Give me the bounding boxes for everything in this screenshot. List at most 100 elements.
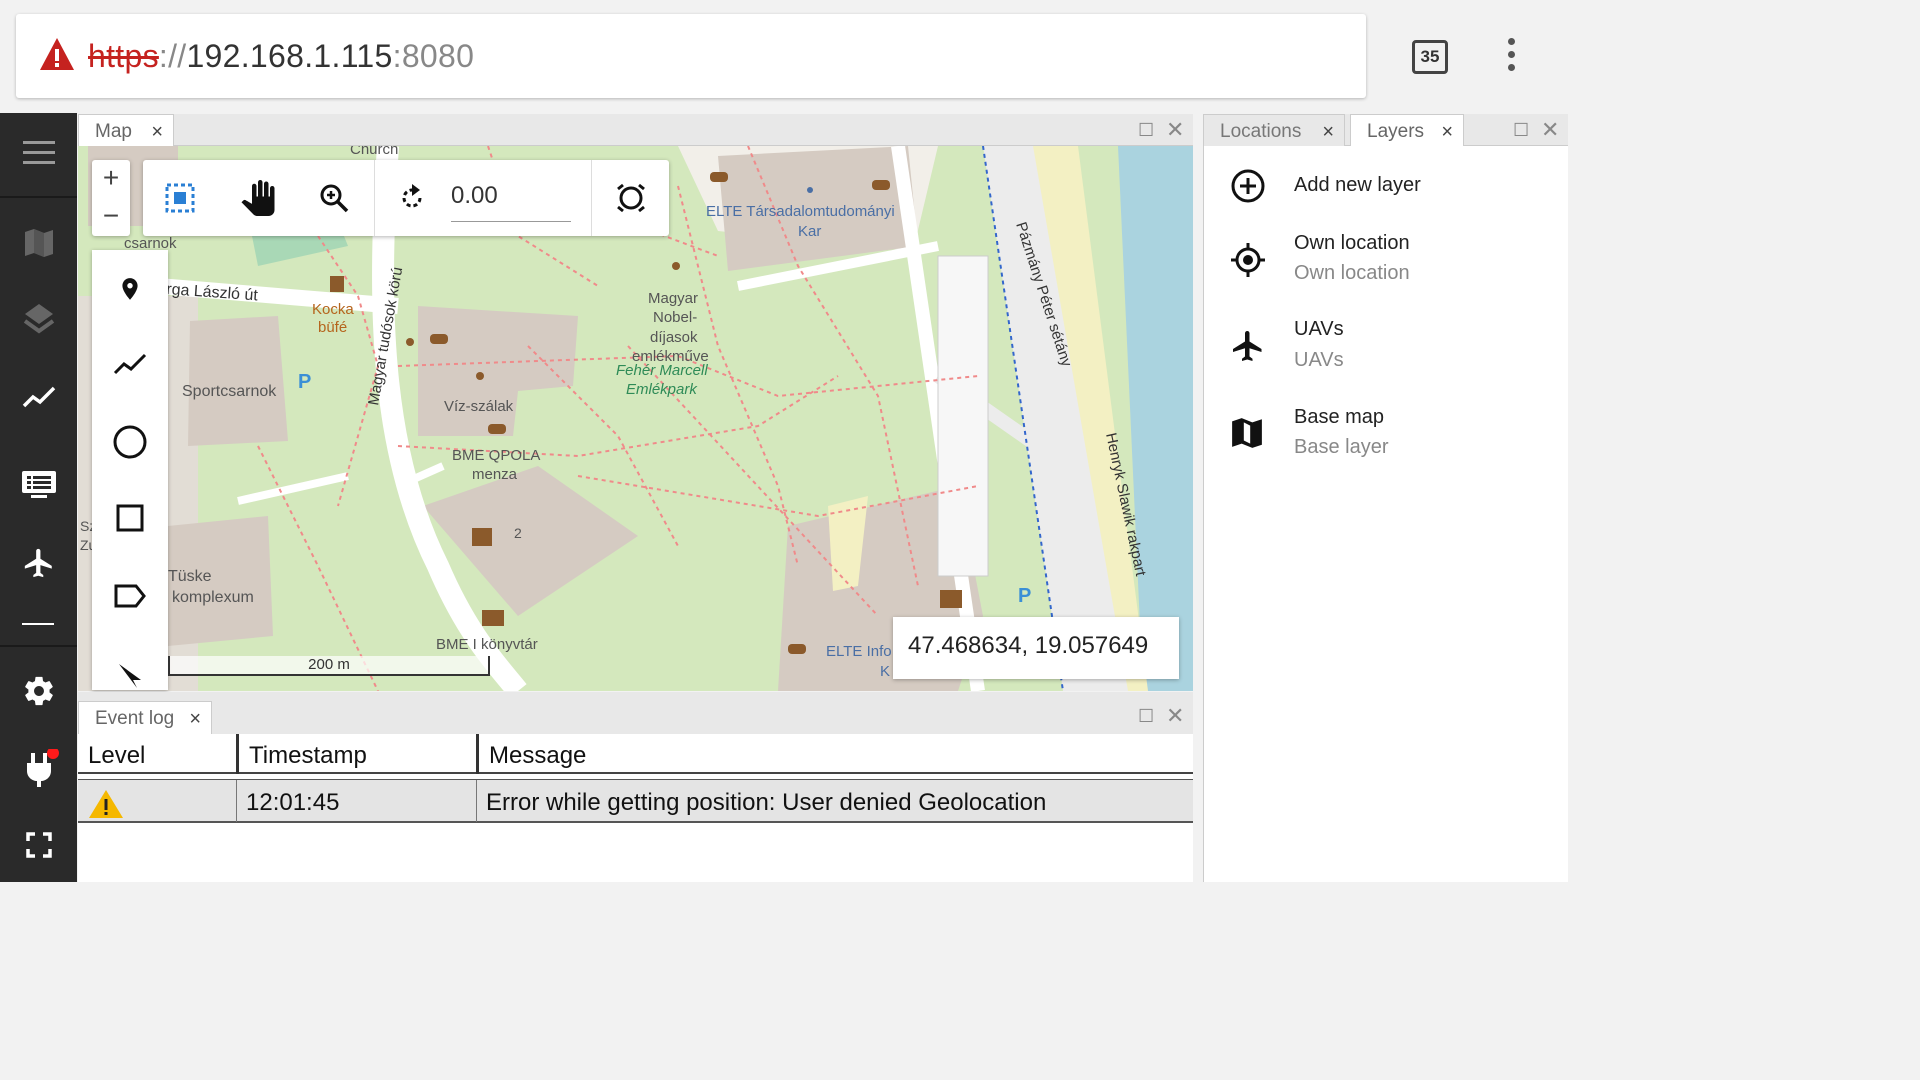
list-item-own-location[interactable]: Own location Own location [1204, 230, 1569, 300]
label-parking: P [298, 371, 311, 393]
panel-close-icon[interactable]: ✕ [1166, 117, 1184, 143]
fullscreen-icon[interactable] [0, 825, 77, 865]
rotation-input[interactable]: 0.00 [451, 174, 571, 222]
airplane-icon[interactable] [0, 543, 77, 583]
tab-event-log[interactable]: Event log × [78, 701, 212, 734]
url-text[interactable]: https://192.168.1.115:8080 [88, 38, 474, 75]
panel-close-icon[interactable]: ✕ [1166, 703, 1184, 729]
label-nobel-3: díjasok [650, 329, 698, 346]
label-two: 2 [514, 525, 522, 541]
maximize-icon[interactable]: ☐ [1513, 120, 1529, 141]
circle-icon[interactable] [92, 424, 168, 460]
zoom-in-button[interactable]: + [92, 160, 130, 196]
monument-icon [672, 262, 680, 270]
label-menza: menza [472, 466, 518, 483]
column-header-level[interactable]: Level [78, 734, 236, 774]
list-item-base-map[interactable]: Base map Base layer [1204, 404, 1569, 474]
maximize-icon[interactable]: ☐ [1138, 706, 1154, 727]
layer-title: Own location [1294, 232, 1410, 254]
sidebar [0, 113, 77, 882]
zoom-icon[interactable] [309, 160, 359, 236]
layers-panel-header: Locations × Layers × ☐ ✕ [1203, 114, 1568, 146]
layer-subtitle: Own location [1294, 262, 1410, 284]
layers-icon[interactable] [0, 299, 77, 339]
marker-icon[interactable] [92, 272, 168, 306]
timestamp-cell: 12:01:45 [246, 789, 340, 816]
restaurant-icon [872, 180, 890, 190]
tab-layers[interactable]: Layers × [1350, 114, 1464, 146]
layers-list: Add new layer Own location Own location … [1203, 146, 1568, 882]
warning-icon [89, 790, 123, 818]
label-tuske: Tüske [168, 568, 212, 585]
hamburger-menu-icon[interactable] [0, 133, 77, 173]
close-icon[interactable]: × [151, 121, 163, 144]
rectangle-icon[interactable] [92, 504, 168, 532]
column-header-message[interactable]: Message [479, 734, 1179, 774]
layer-subtitle: Base layer [1294, 436, 1389, 458]
airplane-icon [1233, 331, 1262, 361]
reset-rotation-icon[interactable] [606, 160, 656, 236]
label-icon[interactable] [92, 584, 168, 608]
rotate-icon[interactable] [387, 160, 437, 236]
close-icon[interactable]: × [189, 708, 201, 731]
pointer-icon[interactable] [92, 660, 168, 690]
close-icon[interactable]: × [1322, 121, 1334, 144]
layer-title: UAVs [1294, 318, 1344, 340]
panel-close-icon[interactable]: ✕ [1541, 117, 1559, 143]
column-header-timestamp[interactable]: Timestamp [239, 734, 476, 774]
label-bme-konyvtar: BME I könyvtár [436, 636, 538, 653]
restaurant-icon [710, 172, 728, 182]
museum-icon [940, 590, 962, 608]
label-ka: K [880, 663, 890, 680]
label-parking-2: P [1018, 585, 1031, 607]
add-circle-icon [1231, 169, 1265, 203]
monument-icon [406, 338, 414, 346]
restaurant-icon [488, 424, 506, 434]
tab-locations[interactable]: Locations × [1203, 114, 1345, 146]
list-item-uavs[interactable]: UAVs UAVs [1204, 316, 1569, 386]
maximize-icon[interactable]: ☐ [1138, 120, 1154, 141]
warning-triangle-icon [40, 38, 74, 70]
zoom-control: + − [92, 160, 130, 236]
label-kocka: Kocka [312, 301, 354, 318]
theatre-icon [472, 528, 492, 546]
message-cell: Error while getting position: User denie… [486, 789, 1047, 816]
kebab-menu-icon[interactable] [1498, 38, 1524, 74]
polyline-icon[interactable] [92, 352, 168, 376]
label-emlekpark: Emlékpark [626, 381, 698, 398]
map-icon[interactable] [0, 223, 77, 263]
layer-title: Base map [1294, 406, 1385, 428]
label-sportcsarnok: Sportcsarnok [182, 383, 277, 400]
monument-icon [476, 372, 484, 380]
settings-icon[interactable] [0, 671, 77, 711]
label-elte-info: ELTE Info [826, 643, 892, 660]
event-log-icon[interactable] [0, 465, 77, 505]
label-nobel-2: Nobel- [653, 309, 697, 326]
library-icon [482, 610, 504, 626]
table-row[interactable]: 12:01:45 Error while getting position: U… [78, 779, 1193, 823]
tab-map[interactable]: Map × [78, 114, 174, 146]
close-icon[interactable]: × [1441, 121, 1453, 144]
browser-bar: https://192.168.1.115:8080 35 [0, 0, 1568, 113]
map-scale: 200 m [168, 656, 490, 676]
plug-icon[interactable] [0, 749, 77, 789]
label-nobel-1: Magyar [648, 290, 698, 307]
tab-locations-label: Locations [1220, 121, 1302, 142]
zoom-out-button[interactable]: − [92, 198, 130, 234]
map-toolbar: 0.00 [143, 160, 669, 236]
level-cell [78, 780, 236, 822]
label-elte-1: ELTE Társadalomtudományi [706, 203, 895, 220]
address-bar[interactable]: https://192.168.1.115:8080 [16, 14, 1366, 98]
list-item-add-layer[interactable]: Add new layer [1204, 166, 1569, 216]
label-vizszalak: Víz-szálak [444, 398, 514, 415]
layer-subtitle: UAVs [1294, 349, 1344, 371]
pan-hand-icon[interactable] [233, 160, 283, 236]
chart-line-icon[interactable] [0, 377, 77, 417]
select-box-icon[interactable] [155, 160, 205, 236]
restaurant-icon [788, 644, 806, 654]
layer-title: Add new layer [1294, 174, 1421, 196]
label-feher: Fehér Marcell [616, 362, 708, 379]
label-kar: Kar [798, 223, 821, 240]
tab-count-button[interactable]: 35 [1412, 40, 1448, 74]
label-komplexum: komplexum [172, 589, 254, 606]
